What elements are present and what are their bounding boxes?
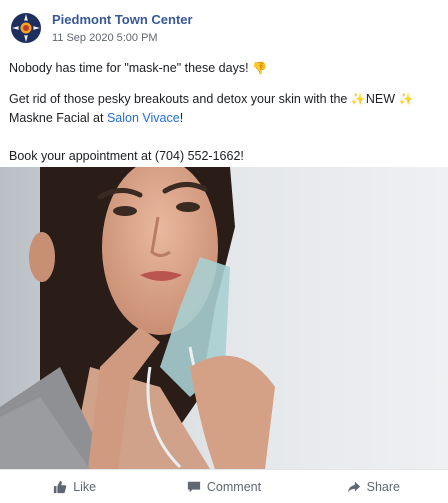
sparkles-icon: ✨ [350,92,366,106]
thumbs-down-icon: 👎 [252,61,267,75]
comment-button[interactable]: Comment [149,470,298,503]
comment-label: Comment [206,479,262,494]
post-timestamp[interactable]: 11 Sep 2020 5:00 PM [52,32,158,44]
woman-with-face-mask-photo [0,167,448,469]
like-label: Like [73,479,97,494]
post-paragraph-2: Get rid of those pesky breakouts and det… [9,90,439,128]
post-actions: Like Comment Share [0,469,448,503]
line2-end: ! [179,111,184,125]
line2-before: Get rid of those pesky breakouts and det… [9,92,348,106]
share-button[interactable]: Share [299,470,448,503]
share-label: Share [366,479,400,494]
salon-vivace-link[interactable]: Salon Vivace [107,111,180,125]
post-header: Piedmont Town Center 11 Sep 2020 5:00 PM [0,0,448,52]
sparkles-icon: ✨ [398,92,414,106]
facebook-post: Piedmont Town Center 11 Sep 2020 5:00 PM… [0,0,448,503]
line3-text: Book your appointment at (704) 552-1662! [9,149,244,163]
page-avatar[interactable] [10,12,42,44]
share-arrow-icon [347,481,360,492]
post-paragraph-3: Book your appointment at (704) 552-1662! [9,147,439,166]
new-label: NEW [365,92,395,106]
post-text: Nobody has time for "mask-ne" these days… [9,59,439,166]
like-button[interactable]: Like [0,470,149,503]
compass-logo-icon [11,13,41,43]
post-paragraph-1: Nobody has time for "mask-ne" these days… [9,59,439,78]
page-name[interactable]: Piedmont Town Center [52,12,193,27]
comment-icon [187,481,201,492]
line2-after: Maskne Facial at [9,111,104,125]
thumbs-up-icon [54,480,67,493]
post-photo[interactable] [0,167,448,469]
line1-text: Nobody has time for "mask-ne" these days… [9,61,249,75]
